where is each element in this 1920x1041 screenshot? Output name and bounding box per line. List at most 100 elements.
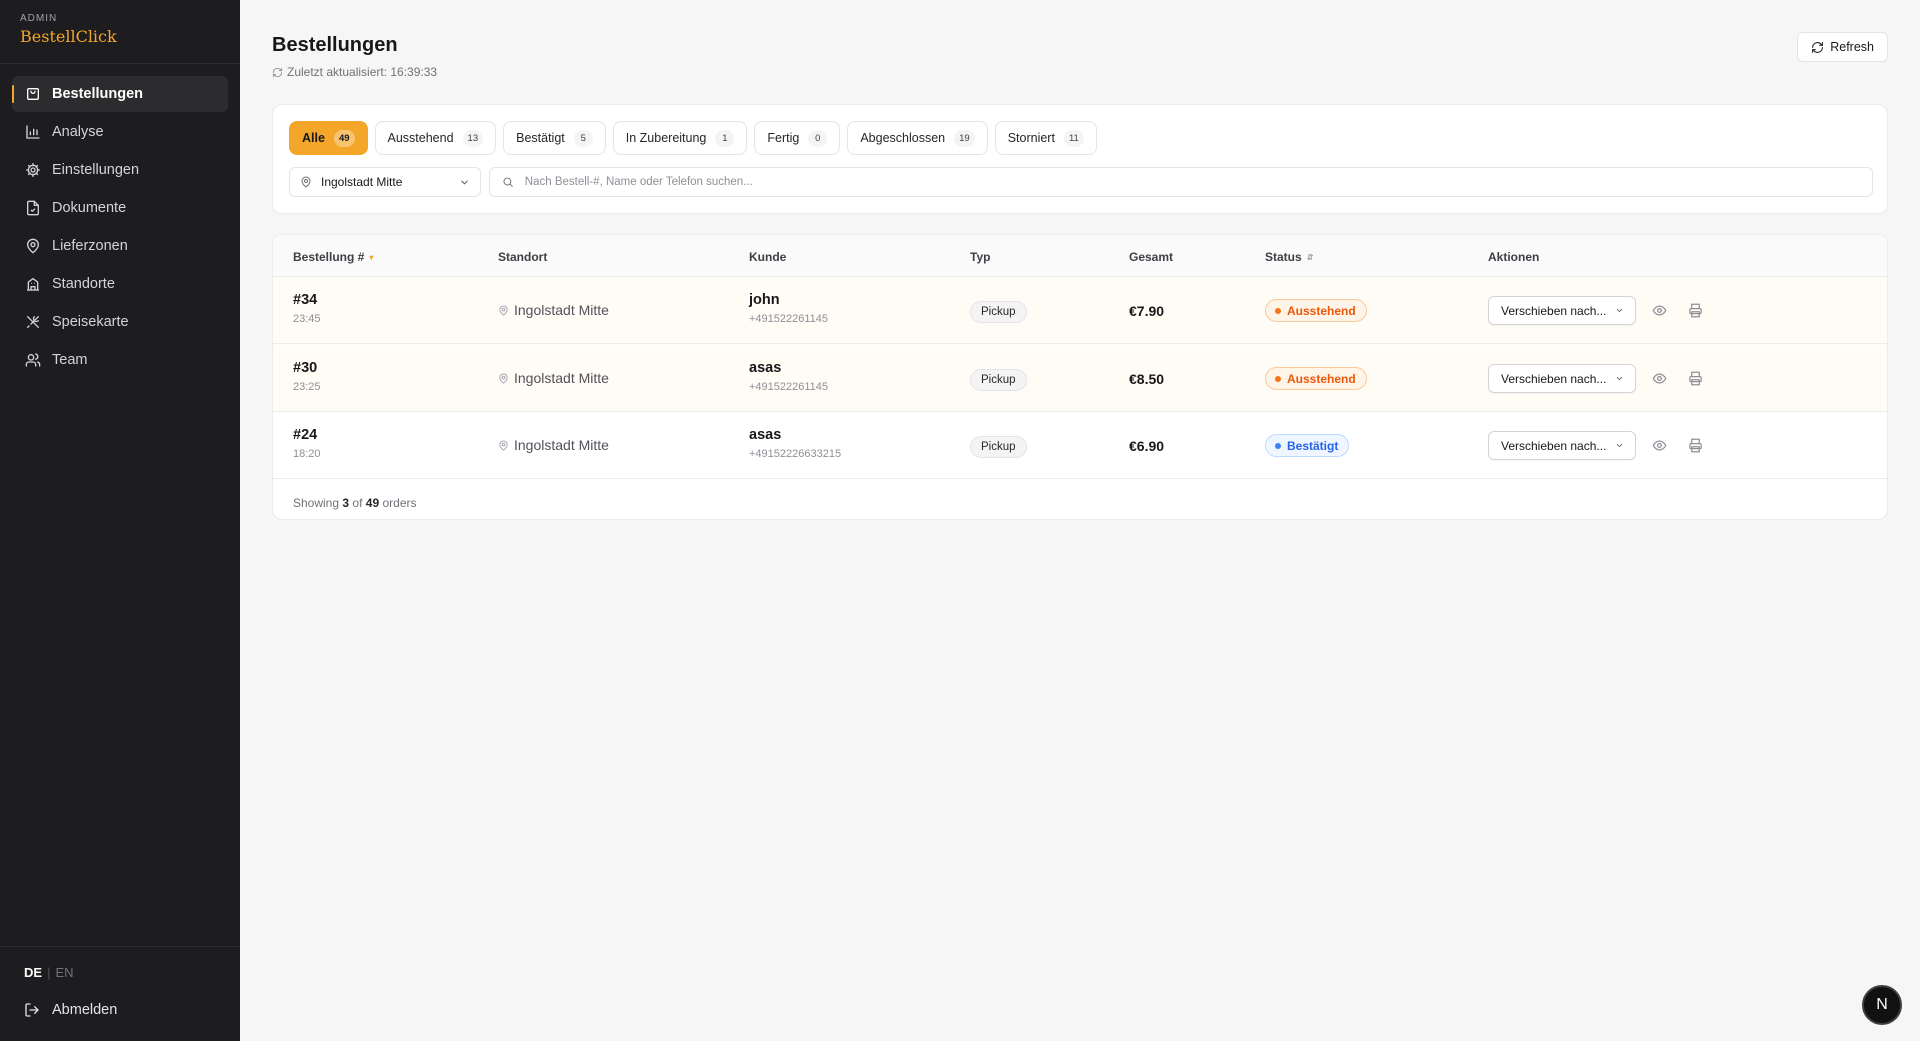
order-time: 23:25 [293,381,321,393]
sidebar-item-label: Einstellungen [52,162,140,178]
order-total: €7.90 [1129,303,1165,319]
sidebar-item-team[interactable]: Team [12,342,228,378]
filter-card: Alle 49 Ausstehend 13 Bestätigt 5 In Zubere… [272,104,1888,214]
column-header-total: Gesamt [1129,250,1173,264]
customer-cell: asas +49152226633215 [749,427,841,460]
move-status-select[interactable]: Verschieben nach... [1488,364,1636,393]
lang-en[interactable]: EN [55,965,73,980]
print-order-button[interactable] [1684,367,1706,389]
printer-icon [1688,438,1702,452]
sidebar-item-label: Speisekarte [52,314,129,330]
sidebar-nav: Bestellungen Analyse Einstellungen Dokum… [0,64,240,378]
view-order-button[interactable] [1648,299,1670,321]
tab-label: Fertig [767,131,800,145]
map-pin-icon [499,439,508,451]
location-cell: Ingolstadt Mitte [498,302,609,318]
order-time: 23:45 [293,313,321,325]
tab-in-zubereitung[interactable]: In Zubereitung 1 [612,121,748,155]
table-row[interactable]: #30 23:25 Ingolstadt Mitte asas +491522261… [273,345,1887,412]
order-total: €6.90 [1129,438,1165,454]
customer-name: asas [749,360,782,376]
sidebar-item-lieferzonen[interactable]: Lieferzonen [12,228,228,264]
building-icon [27,278,39,291]
sidebar-item-speisekarte[interactable]: Speisekarte [12,304,228,340]
printer-icon [1688,303,1702,317]
printer-icon [1688,371,1702,385]
tab-ausstehend[interactable]: Ausstehend 13 [374,121,497,155]
status-label: Bestätigt [1287,438,1339,453]
tab-storniert[interactable]: Storniert 11 [994,121,1097,155]
chevron-down-icon [1616,443,1623,448]
map-pin-icon [499,304,508,316]
logout-icon [25,1003,39,1017]
chevron-down-icon [461,180,468,185]
column-header-order[interactable]: Bestellung # ▾ [293,250,373,264]
tab-abgeschlossen[interactable]: Abgeschlossen 19 [847,121,988,155]
map-pin-icon [499,372,508,384]
column-header-label: Aktionen [1488,250,1540,264]
order-number[interactable]: #24 [293,427,321,443]
tab-bestaetigt[interactable]: Bestätigt 5 [503,121,606,155]
location-select-value: Ingolstadt Mitte [321,175,403,189]
column-header-actions: Aktionen [1488,250,1539,264]
refresh-label: Refresh [1830,40,1874,54]
tab-label: Bestätigt [516,131,565,145]
sidebar-item-analyse[interactable]: Analyse [12,114,228,150]
tab-label: In Zubereitung [625,131,707,145]
location-select[interactable]: Ingolstadt Mitte [289,167,481,197]
view-order-button[interactable] [1648,434,1670,456]
map-pin-icon [301,176,311,188]
logout-button[interactable]: Abmelden [24,1002,216,1018]
sidebar-item-standorte[interactable]: Standorte [12,266,228,302]
main-content: Bestellungen Zuletzt aktualisiert: 16:39… [240,0,1920,1041]
order-cell: #30 23:25 [293,360,321,393]
sidebar-item-bestellungen[interactable]: Bestellungen [12,76,228,112]
status-dot [1275,442,1281,449]
tab-count: 1 [715,129,735,147]
order-number[interactable]: #34 [293,292,321,308]
sidebar-item-label: Team [52,352,88,368]
table-row[interactable]: #34 23:45 Ingolstadt Mitte john +491522261… [273,277,1887,344]
table-row[interactable]: #24 18:20 Ingolstadt Mitte asas +491522266… [273,412,1887,479]
footer-of: of [352,496,363,510]
lang-separator: | [47,965,51,980]
orders-table: Bestellung # ▾ Standort Kunde Typ Gesamt … [272,234,1888,520]
order-total: €8.50 [1129,371,1165,387]
customer-name: john [749,292,780,308]
language-switch: DE | EN [24,965,216,980]
move-status-select[interactable]: Verschieben nach... [1488,431,1636,460]
type-badge: Pickup [970,369,1027,391]
tab-count: 19 [954,129,975,147]
footer-prefix: Showing [293,496,340,510]
users-icon [25,353,41,367]
sidebar-item-dokumente[interactable]: Dokumente [12,190,228,226]
brand-logo[interactable]: BestellClick [20,27,220,46]
view-order-button[interactable] [1648,367,1670,389]
refresh-button[interactable]: Refresh [1797,32,1888,62]
order-number[interactable]: #30 [293,360,321,376]
sidebar-item-einstellungen[interactable]: Einstellungen [12,152,228,188]
lang-de[interactable]: DE [24,965,42,980]
tab-alle[interactable]: Alle 49 [289,121,368,155]
floating-avatar-button[interactable]: N [1862,985,1902,1025]
sidebar-item-label: Dokumente [52,200,127,216]
shopping-bag-icon [27,88,39,100]
customer-cell: asas +491522261145 [749,360,828,393]
move-status-select[interactable]: Verschieben nach... [1488,296,1636,325]
sidebar: ADMIN BestellClick Bestellungen Analyse … [0,0,240,1041]
location-name: Ingolstadt Mitte [514,302,609,318]
column-header-label: Bestellung # [293,250,365,264]
status-label: Ausstehend [1287,303,1356,318]
print-order-button[interactable] [1684,299,1706,321]
eye-icon [1652,372,1666,384]
order-cell: #24 18:20 [293,427,321,460]
search-icon [503,177,513,187]
tab-fertig[interactable]: Fertig 0 [754,121,841,155]
footer-suffix: orders [382,496,417,510]
table-footer: Showing 3 of 49 orders [293,496,416,510]
column-header-status[interactable]: Status ⇵ [1265,250,1313,264]
print-order-button[interactable] [1684,434,1706,456]
column-header-location: Standort [498,250,547,264]
search-input[interactable] [524,176,1860,188]
customer-phone: +491522261145 [749,381,829,393]
